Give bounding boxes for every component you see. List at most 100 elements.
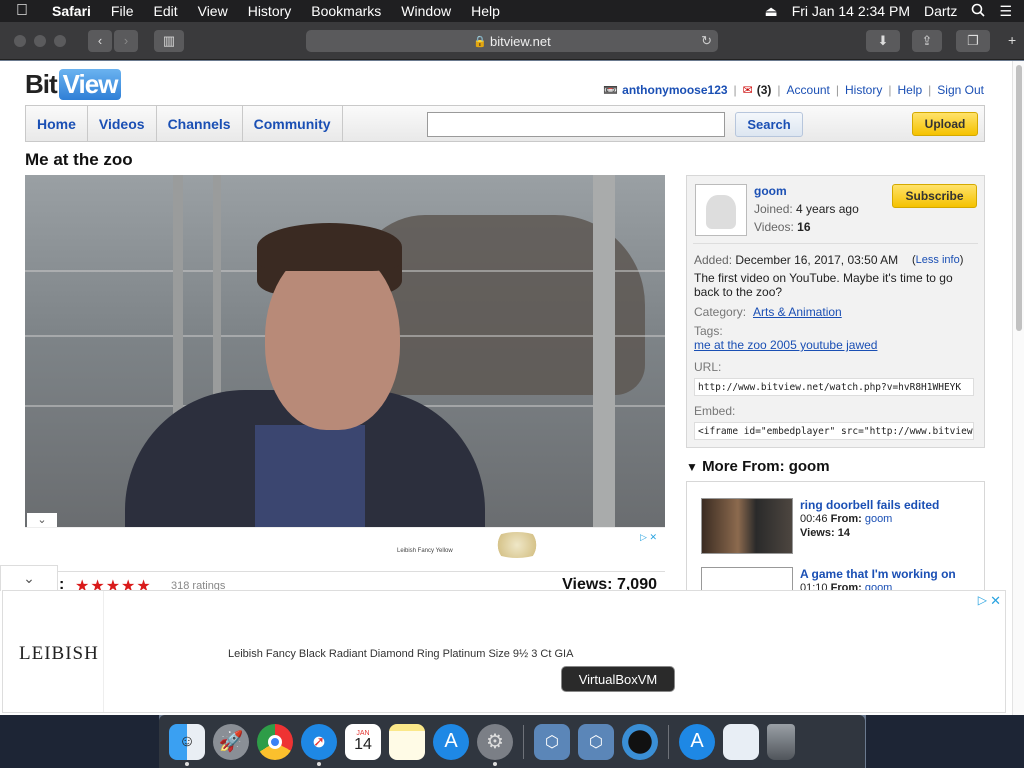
downloads-icon[interactable]: ⬇ — [866, 30, 900, 52]
finder-icon[interactable]: ☺ — [169, 723, 205, 766]
share-url-field[interactable]: http://www.bitview.net/watch.php?v=hvR8H… — [694, 378, 974, 396]
added-label: Added: — [694, 253, 733, 267]
nav-channels[interactable]: Channels — [157, 106, 243, 141]
scrollbar-thumb[interactable] — [1016, 65, 1022, 331]
related-video-title[interactable]: ring doorbell fails edited — [800, 498, 939, 512]
virtualboxvm-icon[interactable]: ⬡ — [578, 723, 614, 760]
added-date: Added: December 16, 2017, 03:50 AM — [694, 253, 898, 267]
ad-brand-logo: LEIBISH — [19, 643, 99, 664]
notes-icon[interactable] — [389, 723, 425, 760]
menu-help[interactable]: Help — [461, 3, 510, 19]
safari-icon[interactable]: ➚ — [301, 723, 337, 766]
calendar-icon[interactable]: JAN 14 — [345, 723, 381, 760]
tabs-overview-icon[interactable]: ❐ — [956, 30, 990, 52]
quicktime-icon[interactable] — [622, 723, 658, 760]
chrome-icon[interactable] — [257, 723, 293, 760]
browser-toolbar: ‹ › ▥ 🔒 bitview.net ↻ ⬇ ⇪ ❐ + — [0, 22, 1024, 60]
related-video-author[interactable]: goom — [865, 513, 893, 525]
nav-videos[interactable]: Videos — [88, 106, 157, 141]
menu-view[interactable]: View — [188, 3, 238, 19]
menu-window[interactable]: Window — [391, 3, 461, 19]
address-bar[interactable]: 🔒 bitview.net ↻ — [306, 30, 718, 52]
ad-close-icon[interactable]: ✕ — [990, 593, 1001, 609]
rating-row: : ★★★★★ 318 ratings Views: 7,090 — [25, 571, 665, 591]
joined-value: 4 years ago — [796, 202, 859, 216]
sign-out-link[interactable]: Sign Out — [937, 83, 984, 97]
ring-image — [488, 532, 546, 558]
related-from-label: From: — [830, 513, 862, 525]
related-video-views: Views: 14 — [800, 527, 850, 539]
eject-icon[interactable]: ⏏ — [764, 3, 777, 20]
reload-icon[interactable]: ↻ — [701, 33, 712, 49]
tags-link[interactable]: me at the zoo 2005 youtube jawed — [694, 338, 877, 352]
video-player[interactable]: ⌄ — [25, 175, 665, 527]
menu-app-name[interactable]: Safari — [42, 3, 101, 19]
embed-label: Embed: — [694, 404, 736, 418]
embed-code-field[interactable]: <iframe id="embedplayer" src="http://www… — [694, 422, 974, 440]
more-from-heading[interactable]: ▼ More From: goom — [686, 458, 830, 475]
applications-folder-icon[interactable]: A — [679, 723, 715, 760]
documents-folder-icon[interactable] — [723, 723, 759, 760]
nav-community[interactable]: Community — [243, 106, 343, 141]
less-info-toggle[interactable]: (Less info) — [912, 254, 963, 266]
menu-bookmarks[interactable]: Bookmarks — [301, 3, 391, 19]
message-count[interactable]: (3) — [757, 83, 772, 97]
video-thumbnail[interactable] — [701, 498, 793, 554]
share-icon[interactable]: ⇪ — [912, 30, 942, 52]
back-button[interactable]: ‹ — [88, 29, 112, 52]
joined-info: Joined: 4 years ago — [754, 202, 859, 216]
related-video-title[interactable]: A game that I'm working on — [800, 567, 956, 581]
channel-name-link[interactable]: goom — [754, 184, 787, 198]
launchpad-icon[interactable]: 🚀 — [213, 723, 249, 760]
trash-icon[interactable] — [767, 723, 795, 760]
site-search-input[interactable] — [427, 112, 725, 137]
menubar-user[interactable]: Dartz — [924, 3, 957, 19]
messages-icon[interactable]: ✉ — [743, 83, 753, 97]
site-nav-bar: Home Videos Channels Community Search Up… — [25, 105, 985, 142]
window-close-button[interactable] — [14, 34, 26, 47]
history-link[interactable]: History — [845, 83, 882, 97]
bitview-logo[interactable]: Bit View — [25, 67, 122, 101]
system-preferences-icon[interactable]: ⚙ — [477, 723, 513, 766]
help-link[interactable]: Help — [897, 83, 922, 97]
apple-menu-icon[interactable]:  — [16, 2, 42, 20]
window-zoom-button[interactable] — [54, 34, 66, 47]
nav-home[interactable]: Home — [26, 106, 88, 141]
bottom-ad-banner[interactable]: LEIBISH Leibish Fancy Black Radiant Diam… — [2, 590, 1006, 713]
sidebar-toggle-icon[interactable]: ▥ — [154, 29, 184, 52]
dock-tooltip: VirtualBoxVM — [561, 666, 675, 692]
menu-edit[interactable]: Edit — [143, 3, 187, 19]
virtualbox-icon[interactable]: ⬡ — [534, 723, 570, 760]
chevron-down-icon[interactable]: ⌄ — [27, 513, 57, 527]
notification-center-icon[interactable]: ☰ — [999, 3, 1012, 20]
adchoices-icon[interactable]: ▷ — [978, 593, 987, 607]
forward-button[interactable]: › — [114, 29, 138, 52]
category-link[interactable]: Arts & Animation — [753, 305, 842, 319]
less-info-link[interactable]: Less info — [916, 254, 960, 266]
channel-avatar[interactable] — [695, 184, 747, 236]
rating-stars[interactable]: ★★★★★ — [75, 576, 152, 591]
site-search-button[interactable]: Search — [735, 112, 803, 137]
account-link[interactable]: Account — [787, 83, 830, 97]
menu-history[interactable]: History — [238, 3, 302, 19]
inline-ad-strip[interactable]: Leibish Fancy Yellow ▷ ✕ — [25, 527, 665, 561]
adchoices-icon[interactable]: ▷ ✕ — [640, 532, 657, 543]
menu-file[interactable]: File — [101, 3, 144, 19]
page-scrollbar[interactable] — [1012, 61, 1024, 715]
subscribe-button[interactable]: Subscribe — [892, 184, 977, 208]
rating-label: : — [59, 576, 65, 591]
ad-text[interactable]: Leibish Fancy Black Radiant Diamond Ring… — [228, 648, 573, 660]
ad-collapse-chevron-icon[interactable]: ⌄ — [0, 565, 58, 591]
desktop-background — [0, 715, 159, 768]
app-store-icon[interactable]: A — [433, 723, 469, 760]
video-info-box: goom Joined: 4 years ago Videos: 16 Subs… — [686, 175, 985, 448]
upload-button[interactable]: Upload — [912, 112, 978, 136]
menubar-clock[interactable]: Fri Jan 14 2:34 PM — [792, 3, 910, 19]
list-item[interactable]: ring doorbell fails edited 00:46 From: g… — [701, 498, 981, 556]
window-minimize-button[interactable] — [34, 34, 46, 47]
new-tab-icon[interactable]: + — [1008, 32, 1016, 48]
spotlight-search-icon[interactable] — [971, 3, 986, 20]
user-silhouette-icon — [706, 195, 736, 229]
username-link[interactable]: anthonymoose123 — [622, 83, 727, 97]
video-description: The first video on YouTube. Maybe it's t… — [694, 271, 953, 299]
